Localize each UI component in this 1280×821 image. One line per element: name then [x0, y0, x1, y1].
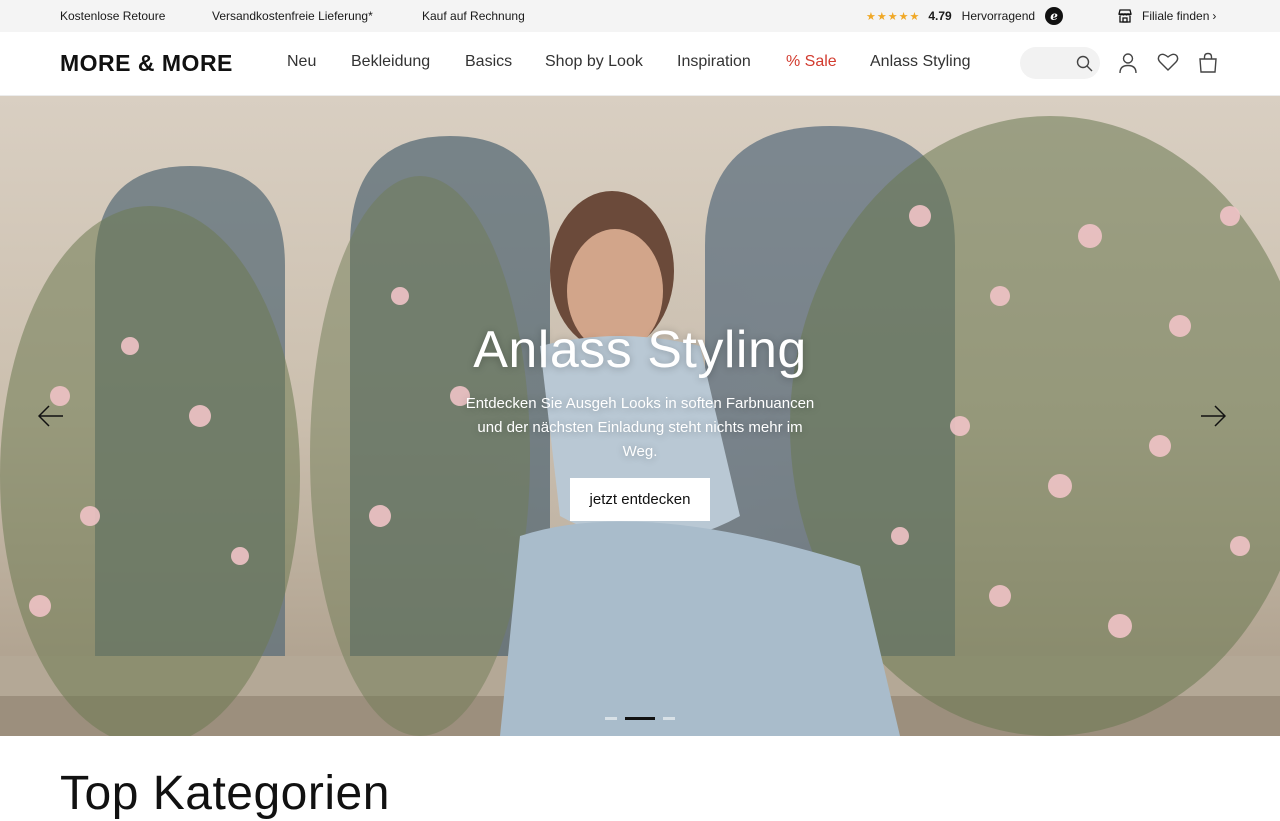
trusted-shops-badge-icon: e [1045, 7, 1064, 25]
brand-logo[interactable]: MORE & MORE [60, 50, 233, 77]
nav-item-basics[interactable]: Basics [465, 53, 512, 71]
wishlist-icon[interactable] [1157, 52, 1179, 72]
nav-item-shop-by-look[interactable]: Shop by Look [545, 53, 643, 71]
hero-slider: Anlass Styling Entdecken Sie Ausgeh Look… [0, 96, 1280, 736]
rating-label: Hervorragend [961, 9, 1036, 23]
chevron-right-icon: › [1212, 9, 1217, 23]
rating-value: 4.79 [928, 9, 952, 23]
hero-description: Entdecken Sie Ausgeh Looks in soften Far… [465, 395, 815, 460]
arrow-right-icon[interactable] [1200, 404, 1226, 428]
cart-icon[interactable] [1198, 52, 1218, 73]
nav-item-sale[interactable]: % Sale [786, 53, 837, 71]
usp-free-returns: Kostenlose Retoure [60, 9, 166, 23]
arrow-left-icon[interactable] [38, 404, 64, 428]
hero-title: Anlass Styling [473, 321, 807, 379]
store-finder-label: Filiale finden [1142, 9, 1210, 23]
store-finder-link[interactable]: Filiale finden › [1117, 8, 1216, 24]
main-header: MORE & MORE Neu Bekleidung Basics Shop b… [0, 32, 1280, 96]
nav-item-anlass-styling[interactable]: Anlass Styling [870, 53, 971, 71]
search-icon[interactable] [1076, 55, 1093, 72]
trusted-shops-rating[interactable]: ★★★★★ 4.79 Hervorragend e [866, 7, 1064, 25]
account-icon[interactable] [1118, 52, 1138, 74]
store-icon [1118, 9, 1132, 23]
nav-item-neu[interactable]: Neu [287, 53, 316, 71]
slider-dot[interactable] [663, 717, 675, 720]
nav-item-bekleidung[interactable]: Bekleidung [351, 53, 430, 71]
rating-stars-icon: ★★★★★ [866, 10, 921, 23]
section-title-top-categories: Top Kategorien [60, 767, 390, 820]
slider-dot-active[interactable] [625, 717, 655, 720]
usp-free-shipping: Versandkostenfreie Lieferung* [212, 9, 373, 23]
slider-pagination [605, 717, 675, 720]
nav-item-inspiration[interactable]: Inspiration [677, 53, 751, 71]
slider-dot[interactable] [605, 717, 617, 720]
usp-invoice: Kauf auf Rechnung [422, 9, 525, 23]
service-bar: Kostenlose Retoure Versandkostenfreie Li… [0, 0, 1280, 32]
hero-content: Anlass Styling Entdecken Sie Ausgeh Look… [440, 320, 840, 521]
search-field[interactable] [1020, 47, 1100, 79]
hero-cta-button[interactable]: jetzt entdecken [569, 478, 711, 521]
